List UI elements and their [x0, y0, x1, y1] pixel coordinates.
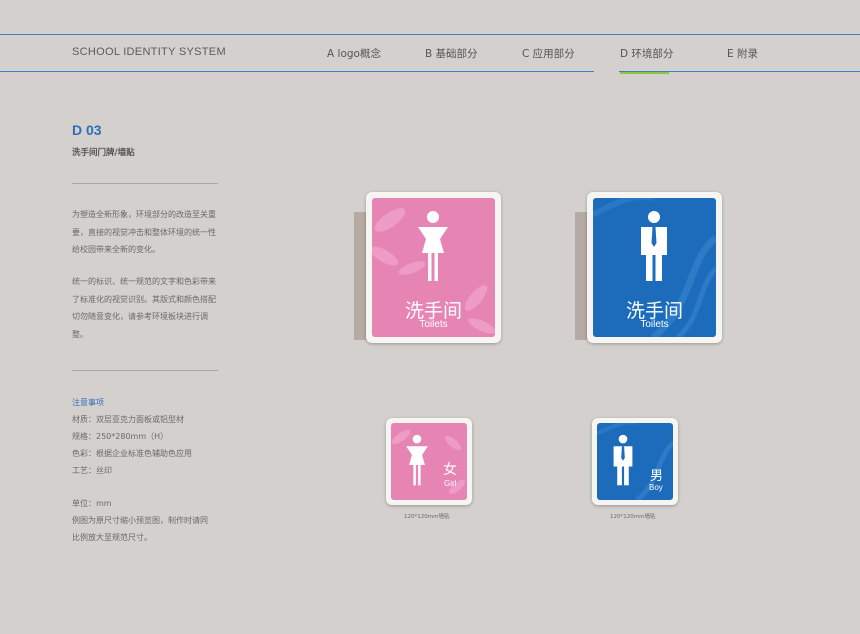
female-figure-icon	[406, 434, 428, 486]
note-material: 材质：双层亚克力面板或铝型材	[72, 415, 184, 424]
female-figure-icon	[418, 211, 448, 281]
active-tab-indicator	[620, 72, 669, 74]
tab-a-logo[interactable]: A logo概念	[327, 46, 381, 61]
tab-d-environment[interactable]: D 环境部分	[620, 46, 673, 61]
door-sign-men: 洗手间 Toilets	[587, 192, 722, 343]
standard-paragraph: 统一的标识、统一规范的文字和色彩带来了标准化的视觉识别。其版式和颜色搭配切勿随意…	[72, 277, 216, 339]
note-unit: 单位：mm	[72, 499, 112, 508]
note-remark-1: 例图为原尺寸缩小预览图，制作时请同	[72, 516, 208, 525]
male-figure-icon	[641, 211, 667, 281]
wall-sticker-women-zh: 女	[443, 462, 457, 478]
section-code: D 03	[72, 122, 102, 138]
header-top-rule	[0, 34, 860, 35]
note-color: 色彩：根据企业标准色辅助色应用	[72, 449, 192, 458]
door-sign-women-en: Toilets	[419, 319, 448, 330]
tab-c-application[interactable]: C 应用部分	[522, 46, 575, 61]
note-size: 规格：250*280mm（H）	[72, 432, 169, 441]
wall-sticker-women: 女 Girl	[386, 418, 472, 505]
wall-sticker-men: 男 Boy	[592, 418, 678, 505]
wall-sticker-men-face: 男 Boy	[597, 423, 673, 500]
note-remark-2: 比例放大至规范尺寸。	[72, 533, 152, 542]
section-title: 洗手间门牌/墙贴	[72, 148, 135, 158]
door-sign-men-en: Toilets	[640, 319, 669, 330]
wall-sticker-men-en: Boy	[649, 483, 663, 492]
brand-title: SCHOOL IDENTITY SYSTEM	[72, 46, 226, 58]
wall-sticker-women-caption: 120*120mm墙贴	[404, 514, 450, 520]
nav-rule-gap	[594, 71, 619, 73]
divider-bottom	[72, 370, 218, 371]
wall-sticker-women-en: Girl	[444, 479, 457, 488]
wall-sticker-men-zh: 男	[650, 469, 664, 484]
header-bottom-rule	[0, 71, 860, 72]
male-figure-icon	[613, 434, 633, 486]
door-sign-men-face: 洗手间 Toilets	[593, 198, 716, 337]
divider-top	[72, 183, 218, 184]
notes-title: 注意事项	[72, 398, 104, 407]
wall-sticker-women-face: 女 Girl	[391, 423, 467, 500]
intro-paragraph: 为塑造全新形象，环境部分的改造至关重要，直接的视觉冲击和整体环境的统一性给校园带…	[72, 210, 216, 254]
tab-b-basic[interactable]: B 基础部分	[425, 46, 478, 61]
tab-e-appendix[interactable]: E 附录	[727, 46, 758, 61]
door-sign-women: 洗手间 Toilets	[366, 192, 501, 343]
wall-sticker-men-caption: 120*120mm墙贴	[610, 514, 656, 520]
note-process: 工艺：丝印	[72, 466, 112, 475]
door-sign-women-face: 洗手间 Toilets	[372, 198, 495, 337]
